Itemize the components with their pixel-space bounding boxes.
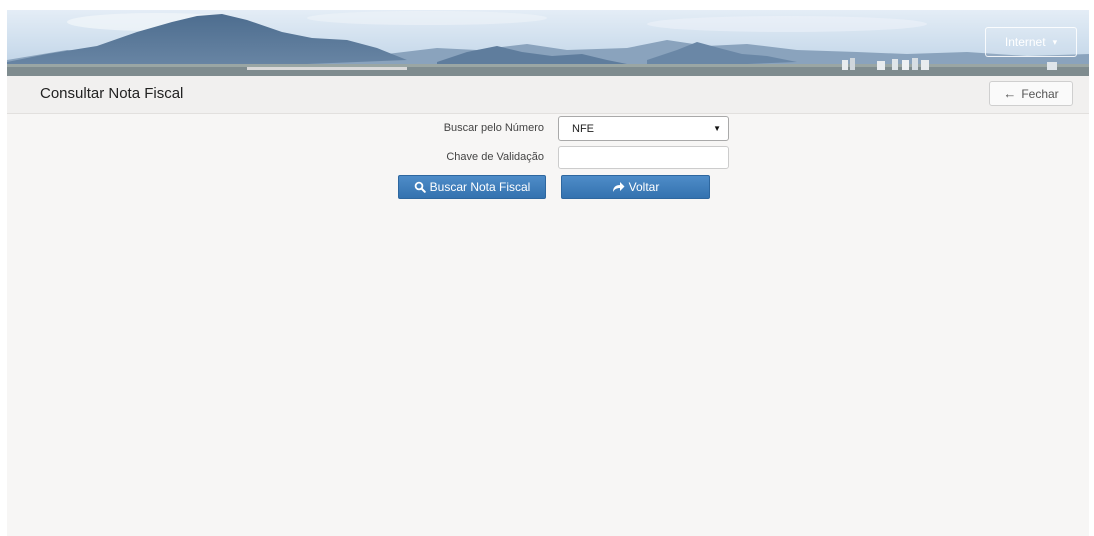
chave-label: Chave de Validação [446,151,544,163]
chave-validacao-input[interactable] [558,146,729,169]
landscape-banner-image [7,10,1089,76]
voltar-button[interactable]: Voltar [561,175,710,199]
chevron-down-icon: ▾ [1052,36,1058,47]
page-title: Consultar Nota Fiscal [40,85,184,102]
numero-label: Buscar pelo Número [443,122,544,134]
close-button[interactable]: ← Fechar [989,81,1073,106]
numero-type-selected: NFE [572,122,594,135]
app-frame: Internet ▾ Consultar Nota Fiscal ← Fecha… [7,10,1089,536]
buscar-nota-fiscal-button[interactable]: Buscar Nota Fiscal [398,175,546,199]
select-arrow-icon: ▼ [713,124,721,133]
numero-type-select[interactable]: NFE ▼ [558,116,729,141]
internet-label: Internet [1004,35,1046,49]
voltar-button-label: Voltar [628,180,660,194]
search-icon [414,181,426,193]
buscar-button-label: Buscar Nota Fiscal [429,180,531,194]
header-banner: Internet ▾ [7,10,1089,76]
arrow-left-icon: ← [1003,86,1017,101]
share-arrow-icon [612,181,625,193]
internet-dropdown-button[interactable]: Internet ▾ [985,27,1077,57]
close-button-label: Fechar [1021,86,1059,101]
page-header: Consultar Nota Fiscal ← Fechar [7,76,1089,114]
